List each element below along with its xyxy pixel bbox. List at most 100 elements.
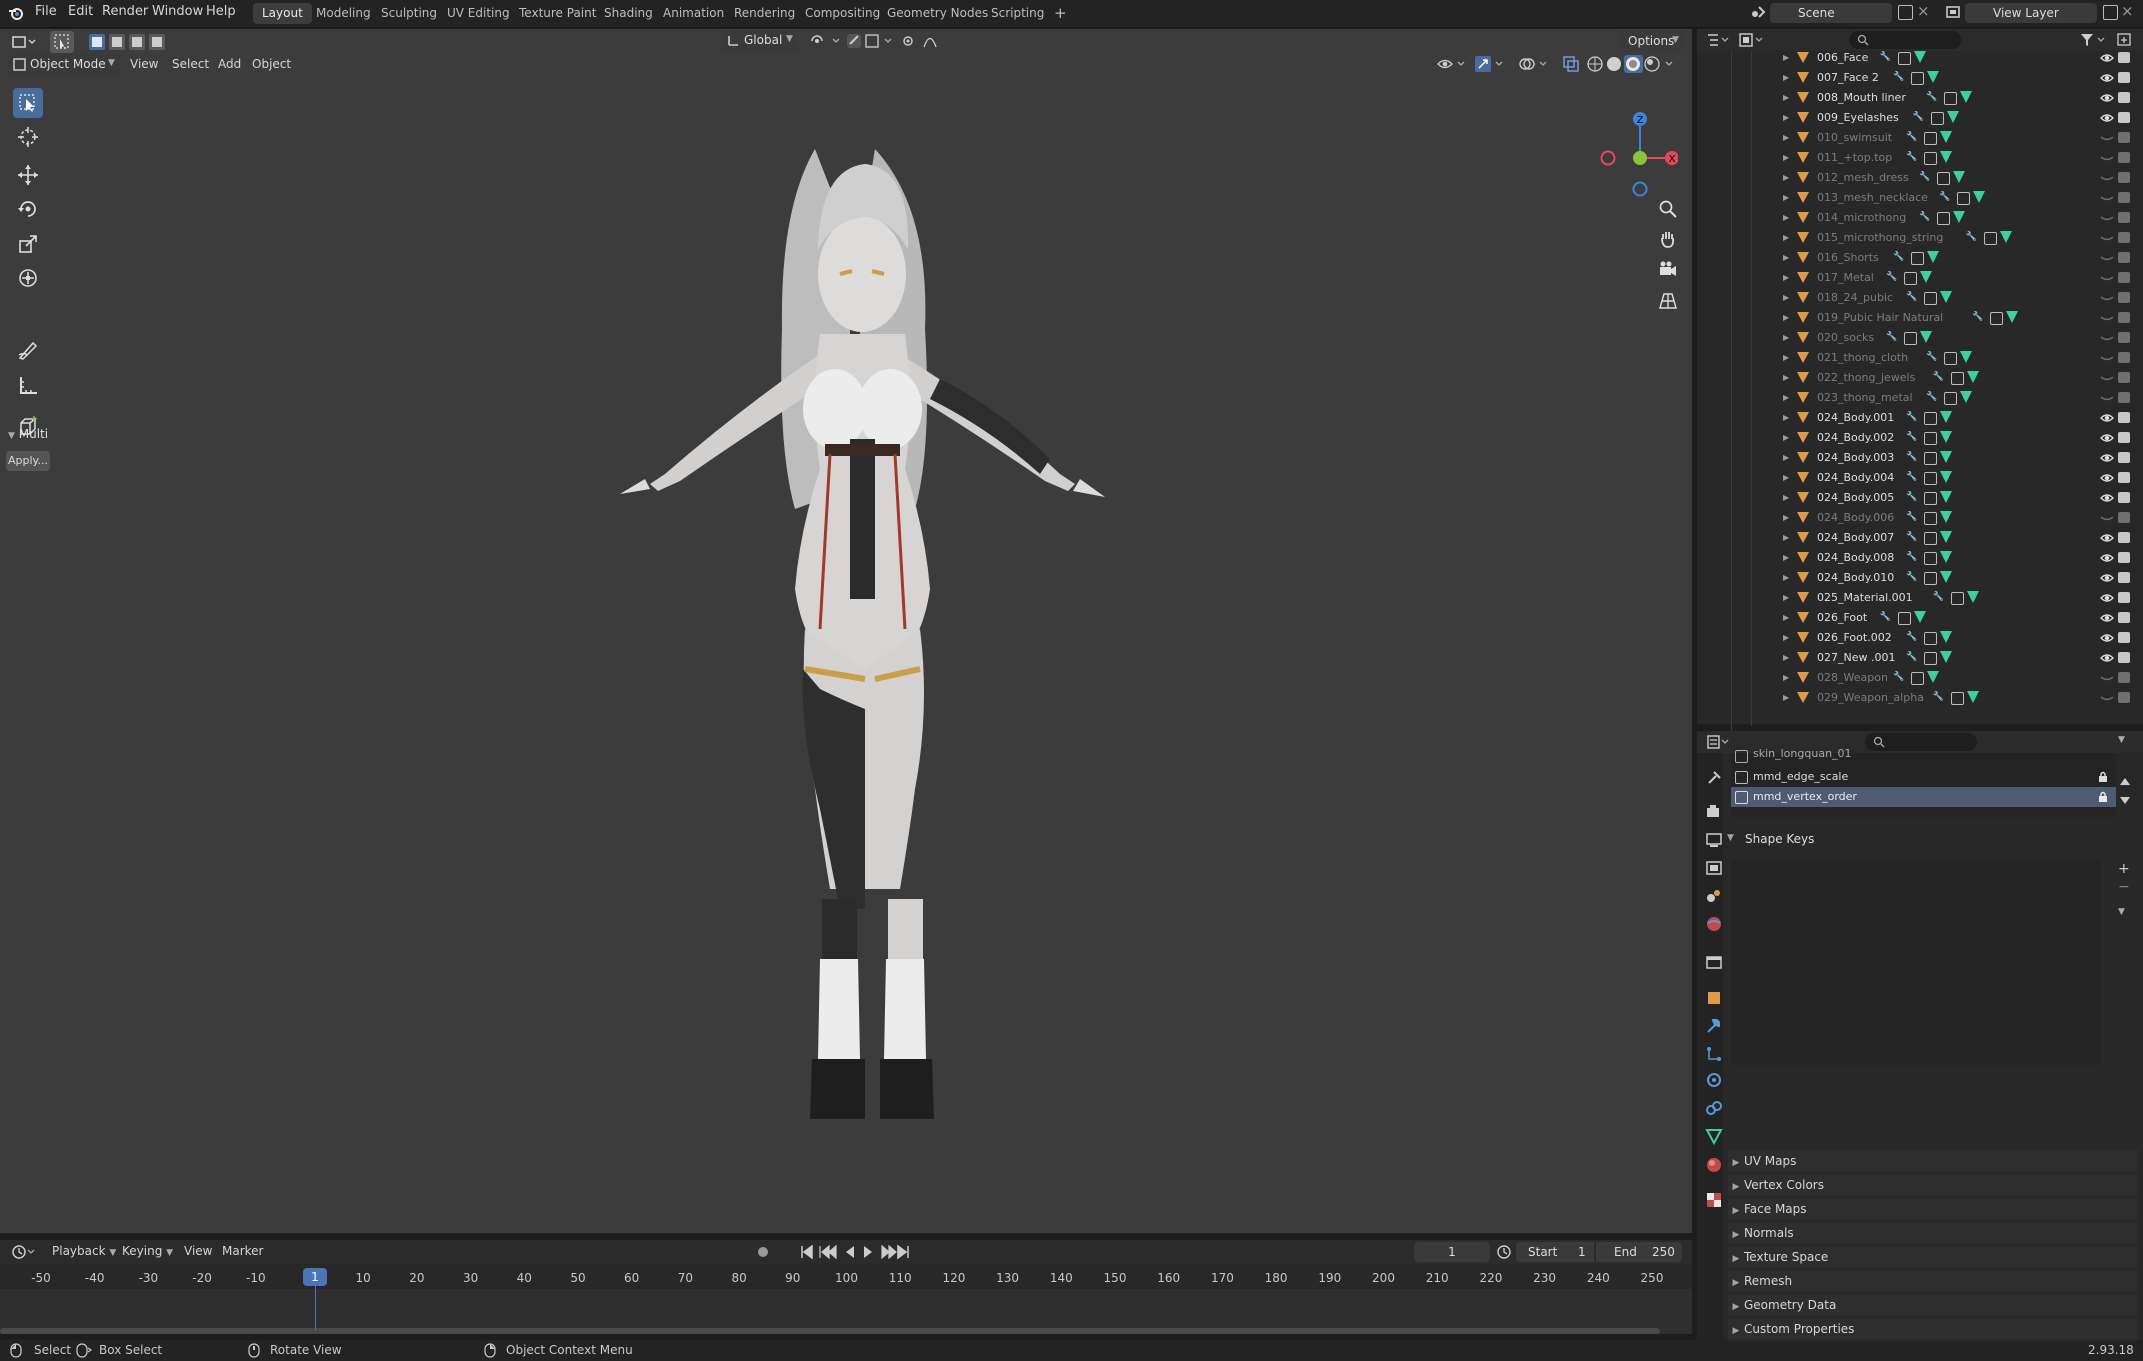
mesh-data-icon[interactable] (1960, 391, 1972, 403)
vertex-groups-icon[interactable] (1924, 292, 1938, 305)
outliner-object-row[interactable]: ▶ 024_Body.004 🔧 (1697, 468, 2143, 488)
mesh-data-icon[interactable] (1913, 51, 1926, 63)
render-camera-icon[interactable] (2118, 232, 2130, 243)
vertex-groups-icon[interactable] (1897, 612, 1911, 625)
expand-arrow-icon[interactable]: ▶ (1783, 408, 1789, 428)
render-camera-icon[interactable] (2118, 352, 2130, 363)
outliner-object-row[interactable]: ▶ 026_Foot 🔧 (1697, 608, 2143, 628)
expand-arrow-icon[interactable]: ▶ (1783, 648, 1789, 668)
tab-compositing[interactable]: Compositing (796, 3, 889, 24)
menu-window[interactable]: Window (152, 4, 203, 19)
outliner-object-row[interactable]: ▶ 029_Weapon_alpha 🔧 (1697, 688, 2143, 708)
current-frame-field[interactable]: 1 (1414, 1242, 1490, 1262)
pan-hand-icon[interactable] (1658, 229, 1678, 249)
eye-icon[interactable] (2100, 591, 2114, 605)
eye-icon[interactable] (2100, 651, 2114, 665)
outliner-object-row[interactable]: ▶ 006_Face 🔧 (1697, 51, 2143, 68)
modifier-icon[interactable]: 🔧 (1906, 451, 1918, 464)
modifier-icon[interactable]: 🔧 (1886, 271, 1898, 284)
mesh-data-icon[interactable] (1960, 351, 1972, 363)
eye-closed-icon[interactable] (2100, 671, 2114, 685)
vertex-groups-icon[interactable] (1937, 172, 1951, 185)
outliner-object-row[interactable]: ▶ 008_Mouth liner 🔧 (1697, 88, 2143, 108)
mesh-data-icon[interactable] (1966, 691, 1979, 703)
outliner-object-row[interactable]: ▶ 020_socks 🔧 (1697, 328, 2143, 348)
material-tab-icon[interactable] (1704, 1155, 1724, 1175)
panel-normals[interactable]: ▶ Normals (1728, 1222, 2138, 1244)
render-camera-icon[interactable] (2118, 372, 2130, 383)
add-shape-key-button[interactable]: + (2118, 861, 2130, 877)
outliner-editor-type-icon[interactable] (1707, 33, 1731, 47)
navigation-gizmo[interactable]: Z X (1588, 79, 1678, 199)
selection-mode-icons[interactable] (88, 33, 184, 51)
eye-closed-icon[interactable] (2100, 231, 2114, 245)
expand-arrow-icon[interactable]: ▶ (1783, 148, 1789, 168)
eye-icon[interactable] (2100, 491, 2114, 505)
eye-icon[interactable] (2100, 111, 2114, 125)
outliner-object-row[interactable]: ▶ 015_microthong_string 🔧 (1697, 228, 2143, 248)
render-camera-icon[interactable] (2118, 652, 2130, 663)
tab-sculpting[interactable]: Sculpting (372, 3, 446, 24)
vertex-groups-icon[interactable] (1924, 492, 1938, 505)
outliner-object-row[interactable]: ▶ 017_Metal 🔧 (1697, 268, 2143, 288)
outliner-object-row[interactable]: ▶ 010_swimsuit 🔧 (1697, 128, 2143, 148)
modifier-icon[interactable]: 🔧 (1880, 611, 1892, 624)
timeline-editor-type-icon[interactable] (12, 1244, 38, 1260)
mesh-data-icon[interactable] (1927, 71, 1939, 83)
mode-dropdown[interactable]: Object Mode ▼ (8, 54, 120, 75)
outliner-object-row[interactable]: ▶ 024_Body.005 🔧 (1697, 488, 2143, 508)
eye-closed-icon[interactable] (2100, 211, 2114, 225)
modifier-icon[interactable]: 🔧 (1933, 371, 1945, 384)
mesh-data-icon[interactable] (1927, 671, 1939, 683)
eye-closed-icon[interactable] (2100, 391, 2114, 405)
vertex-groups-icon[interactable] (1944, 392, 1957, 405)
mesh-data-icon[interactable] (1946, 111, 1959, 123)
vertex-groups-icon[interactable] (1911, 72, 1924, 85)
render-camera-icon[interactable] (2118, 572, 2130, 583)
viewport-menu-add[interactable]: Add (218, 57, 241, 71)
options-dropdown[interactable]: Options ▼ (1620, 31, 1684, 52)
expand-arrow-icon[interactable]: ▶ (1783, 668, 1789, 688)
modifier-icon[interactable]: 🔧 (1919, 211, 1931, 224)
render-camera-icon[interactable] (2118, 132, 2130, 143)
3d-viewport[interactable]: Global ▼ Options ▼ Object Mode ▼ View Se… (0, 29, 1692, 1233)
expand-arrow-icon[interactable]: ▶ (1783, 268, 1789, 288)
render-camera-icon[interactable] (2118, 212, 2130, 223)
vertex-groups-icon[interactable] (1911, 252, 1924, 265)
outliner-object-row[interactable]: ▶ 014_microthong 🔧 (1697, 208, 2143, 228)
render-camera-icon[interactable] (2118, 152, 2130, 163)
outliner-object-row[interactable]: ▶ 016_Shorts 🔧 (1697, 248, 2143, 268)
eye-closed-icon[interactable] (2100, 131, 2114, 145)
zoom-icon[interactable] (1658, 199, 1678, 219)
expand-arrow-icon[interactable]: ▶ (1783, 448, 1789, 468)
render-camera-icon[interactable] (2118, 252, 2130, 263)
modifier-icon[interactable]: 🔧 (1906, 571, 1918, 584)
modifier-icon[interactable]: 🔧 (1906, 551, 1918, 564)
modifier-icon[interactable]: 🔧 (1906, 151, 1918, 164)
mesh-data-icon[interactable] (1940, 431, 1953, 443)
outliner-object-row[interactable]: ▶ 012_mesh_dress 🔧 (1697, 168, 2143, 188)
timeline-menu-keying[interactable]: Keying ▼ (122, 1244, 173, 1258)
close-view-layer-icon[interactable]: × (2121, 2, 2134, 20)
display-mode-icon[interactable] (1739, 33, 1767, 47)
object-tab-icon[interactable] (1704, 988, 1724, 1008)
eye-icon[interactable] (2100, 471, 2114, 485)
mesh-data-icon[interactable] (1940, 651, 1953, 663)
vertex-groups-icon[interactable] (1990, 312, 2004, 325)
eye-icon[interactable] (2100, 431, 2114, 445)
eye-icon[interactable] (2100, 411, 2114, 425)
outliner-object-row[interactable]: ▶ 018_24_pubic 🔧 (1697, 288, 2143, 308)
viewport-menu-select[interactable]: Select (172, 57, 209, 71)
render-camera-icon[interactable] (2118, 592, 2130, 603)
panel-face-maps[interactable]: ▶ Face Maps (1728, 1198, 2138, 1220)
tab-geometry-nodes[interactable]: Geometry Nodes (878, 3, 997, 24)
render-camera-icon[interactable] (2118, 172, 2130, 183)
outliner-object-row[interactable]: ▶ 024_Body.007 🔧 (1697, 528, 2143, 548)
modifier-icon[interactable]: 🔧 (1893, 671, 1905, 684)
character-model[interactable] (520, 109, 1220, 1189)
expand-arrow-icon[interactable]: ▶ (1783, 608, 1789, 628)
expand-arrow-icon[interactable]: ▶ (1783, 508, 1789, 528)
outliner-object-row[interactable]: ▶ 011_+top.top 🔧 (1697, 148, 2143, 168)
render-camera-icon[interactable] (2118, 272, 2130, 283)
render-camera-icon[interactable] (2118, 192, 2130, 203)
